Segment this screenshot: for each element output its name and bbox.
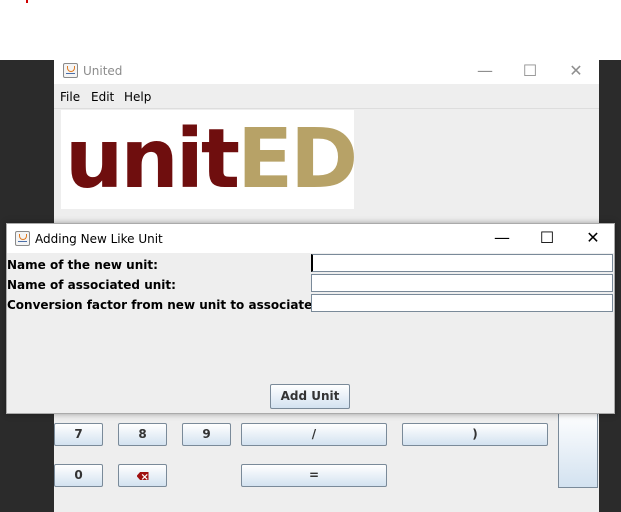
- key-equals[interactable]: =: [241, 464, 387, 487]
- associated-unit-label: Name of associated unit:: [7, 278, 176, 292]
- menu-file[interactable]: File: [60, 90, 80, 104]
- add-unit-dialog: Adding New Like Unit — ☐ ✕ Name of the n…: [6, 223, 615, 414]
- menu-help[interactable]: Help: [124, 90, 151, 104]
- key-close-paren[interactable]: ): [402, 423, 548, 446]
- dialog-minimize-button[interactable]: —: [479, 224, 525, 253]
- side-button[interactable]: [558, 410, 598, 488]
- key-divide[interactable]: /: [241, 423, 387, 446]
- menu-bar: File Edit Help: [54, 84, 599, 109]
- key-backspace[interactable]: [118, 464, 167, 487]
- new-unit-name-input[interactable]: [311, 254, 613, 272]
- logo-text-ed: ED: [237, 112, 358, 207]
- key-8[interactable]: 8: [118, 423, 167, 446]
- app-logo: unitED: [61, 110, 358, 209]
- dialog-title-bar[interactable]: Adding New Like Unit — ☐ ✕: [7, 224, 614, 253]
- main-window-title: United: [83, 64, 123, 78]
- key-9[interactable]: 9: [182, 423, 231, 446]
- minimize-button[interactable]: —: [462, 60, 508, 84]
- logo-text-unit: unit: [65, 112, 240, 207]
- dialog-close-button[interactable]: ✕: [570, 224, 616, 253]
- new-unit-name-label: Name of the new unit:: [7, 258, 158, 272]
- conversion-factor-input[interactable]: [311, 294, 613, 312]
- dialog-maximize-button[interactable]: ☐: [524, 224, 570, 253]
- add-unit-button[interactable]: Add Unit: [270, 384, 350, 409]
- java-icon: [63, 63, 78, 78]
- backspace-icon: [136, 472, 149, 480]
- key-0[interactable]: 0: [54, 464, 103, 487]
- close-button[interactable]: ✕: [553, 60, 599, 84]
- dialog-title: Adding New Like Unit: [35, 232, 163, 246]
- cursor-mark: [26, 0, 28, 3]
- menu-edit[interactable]: Edit: [91, 90, 114, 104]
- maximize-button[interactable]: ☐: [507, 60, 553, 84]
- main-title-bar[interactable]: United — ☐ ✕: [54, 60, 599, 84]
- conversion-factor-label: Conversion factor from new unit to assoc…: [7, 298, 357, 312]
- java-icon: [15, 231, 30, 246]
- associated-unit-input[interactable]: [311, 274, 613, 292]
- key-7[interactable]: 7: [54, 423, 103, 446]
